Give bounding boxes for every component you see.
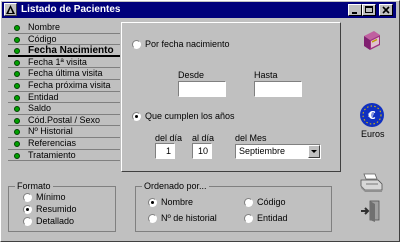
green-dot-icon [14,48,20,55]
green-dot-icon [14,152,20,159]
close-button[interactable] [379,4,393,16]
window-title: Listado de Pacientes [21,4,121,15]
por-fecha-label: Por fecha nacimiento [145,39,230,49]
euro-icon: € [360,103,384,127]
field-list-item[interactable]: Código [8,34,120,46]
green-dot-icon [14,117,20,124]
orden-entidad-label: Entidad [257,213,288,223]
mes-select-value: Septiembre [239,146,286,156]
formato-radio[interactable] [23,217,32,226]
hasta-label: Hasta [254,70,278,80]
euros-button[interactable]: € [359,102,385,128]
cumplen-label: Que cumplen los años [145,111,235,121]
ordenado-group: Ordenado por... Nombre Código Nº de hist… [135,181,332,232]
field-list-label: Fecha próxima visita [28,79,111,90]
formato-option-label: Mínimo [36,192,66,202]
field-list-label: Referencias [28,137,77,148]
green-dot-icon [14,106,20,113]
formato-option-label: Detallado [36,216,75,226]
orden-historial-radio[interactable] [148,214,157,223]
field-list-item[interactable]: Nº Historial [8,126,120,138]
orden-nombre-radio[interactable] [148,198,157,207]
del-mes-label: del Mes [235,133,267,143]
green-dot-icon [14,36,20,43]
formato-radio[interactable] [23,205,32,214]
orden-entidad-radio[interactable] [244,214,253,223]
book-icon [364,31,380,50]
ordenado-title: Ordenado por... [142,181,209,191]
svg-text:€: € [367,109,376,122]
app-icon [4,3,17,16]
chevron-down-icon[interactable] [308,145,320,158]
green-dot-icon [14,94,20,101]
formato-radio[interactable] [23,193,32,202]
maximize-button[interactable] [362,4,376,16]
field-list-item[interactable]: Tratamiento [8,150,120,162]
field-list-label: Saldo [28,103,52,114]
green-dot-icon [14,25,20,31]
por-fecha-radio[interactable] [132,40,141,49]
field-list-label: Fecha Nacimiento [28,45,114,57]
al-dia-label: al día [192,133,215,143]
minimize-button[interactable] [348,4,362,16]
field-list-item[interactable]: Fecha próxima visita [8,80,120,92]
field-list-item[interactable]: Saldo [8,103,120,115]
book-button[interactable] [358,28,384,54]
field-list-item[interactable]: Fecha 1ª visita [8,57,120,69]
cumplen-radio[interactable] [132,112,141,121]
field-list-item[interactable]: Referencias [8,138,120,150]
formato-option-label: Resumido [36,204,77,214]
field-list-label: Código [28,33,57,44]
field-list-label: Fecha última visita [28,68,103,79]
filter-panel: Por fecha nacimiento Desde Hasta Que cum… [121,22,341,172]
mes-select[interactable]: Septiembre [235,144,321,159]
formato-group: Formato Mínimo Resumido Detallado [8,181,116,232]
field-list-label: Nº Historial [28,126,73,137]
orden-codigo-radio[interactable] [244,198,253,207]
field-list-label: Cód.Postal / Sexo [28,114,101,125]
orden-nombre-label: Nombre [161,197,194,207]
desde-label: Desde [178,70,205,80]
euros-label: Euros [361,129,385,139]
green-dot-icon [14,82,20,89]
field-list-item[interactable]: Fecha última visita [8,68,120,80]
formato-title: Formato [15,181,53,191]
exit-door-icon [361,200,380,222]
orden-codigo-label: Código [257,197,286,207]
field-list: Nombre Código Fecha Nacimiento Fecha 1ª vis… [8,22,120,162]
field-list-item[interactable]: Nombre [8,22,120,34]
title-bar[interactable]: Listado de Pacientes [2,2,396,18]
field-list-label: Tratamiento [28,149,76,160]
field-list-item[interactable]: Cód.Postal / Sexo [8,115,120,127]
hasta-input[interactable] [254,81,302,97]
field-list-item[interactable]: Fecha Nacimiento [8,45,120,57]
orden-historial-label: Nº de historial [161,213,217,223]
green-dot-icon [14,129,20,136]
print-button[interactable] [358,170,384,196]
field-list-label: Entidad [28,91,59,102]
del-dia-label: del día [155,133,183,143]
field-list-label: Nombre [28,22,61,32]
printer-icon [360,173,383,192]
green-dot-icon [14,71,20,78]
field-list-label: Fecha 1ª visita [28,56,87,67]
del-dia-input[interactable]: 1 [155,143,175,159]
field-list-item[interactable]: Entidad [8,92,120,104]
al-dia-input[interactable]: 10 [192,143,212,159]
desde-input[interactable] [178,81,226,97]
green-dot-icon [14,59,20,66]
green-dot-icon [14,140,20,147]
exit-button[interactable] [358,198,384,224]
